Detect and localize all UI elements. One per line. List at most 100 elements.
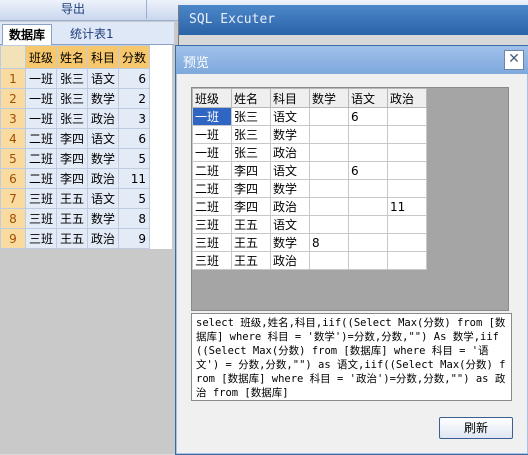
result-cell[interactable]	[387, 251, 427, 270]
result-cell[interactable]	[309, 215, 349, 234]
name-cell[interactable]: 王五	[56, 208, 89, 229]
result-cell[interactable]	[309, 197, 349, 216]
result-cell[interactable]: 语文	[270, 161, 310, 180]
row-number[interactable]: 1	[0, 68, 26, 89]
score-cell[interactable]: 5	[118, 188, 151, 209]
result-cell[interactable]	[309, 107, 349, 126]
subject-cell[interactable]: 数学	[87, 88, 120, 109]
result-cell[interactable]: 李四	[231, 197, 271, 216]
result-cell[interactable]: 王五	[231, 215, 271, 234]
result-column-header[interactable]: 班级	[192, 88, 232, 108]
subject-cell[interactable]: 政治	[87, 228, 120, 249]
result-cell[interactable]: 李四	[231, 179, 271, 198]
result-cell[interactable]: 三班	[192, 233, 232, 252]
row-number[interactable]: 4	[0, 128, 26, 149]
result-cell[interactable]: 数学	[270, 179, 310, 198]
result-cell[interactable]: 二班	[192, 179, 232, 198]
class-cell[interactable]: 二班	[24, 128, 58, 149]
result-cell[interactable]: 一班	[192, 107, 232, 126]
result-cell[interactable]	[309, 161, 349, 180]
name-cell[interactable]: 王五	[56, 188, 89, 209]
refresh-button[interactable]: 刷新	[439, 417, 513, 439]
tab-stats-1[interactable]: 统计表1	[64, 24, 120, 44]
subject-cell[interactable]: 数学	[87, 208, 120, 229]
preview-titlebar[interactable]: 预览 ✕	[176, 46, 528, 74]
class-cell[interactable]: 二班	[24, 168, 58, 189]
class-cell[interactable]: 三班	[24, 208, 58, 229]
score-cell[interactable]: 11	[118, 168, 151, 189]
result-cell[interactable]	[348, 251, 388, 270]
result-cell[interactable]	[348, 215, 388, 234]
export-button[interactable]: 导出	[0, 0, 147, 19]
subject-cell[interactable]: 数学	[87, 148, 120, 169]
result-cell[interactable]	[387, 107, 427, 126]
result-cell[interactable]: 政治	[270, 251, 310, 270]
result-cell[interactable]: 政治	[270, 197, 310, 216]
name-cell[interactable]: 张三	[56, 68, 89, 89]
result-cell[interactable]: 李四	[231, 161, 271, 180]
result-cell[interactable]: 王五	[231, 251, 271, 270]
result-cell[interactable]: 二班	[192, 161, 232, 180]
row-number[interactable]: 3	[0, 108, 26, 129]
sql-query-text[interactable]: select 班级,姓名,科目,iif((Select Max(分数) from…	[191, 313, 512, 401]
result-cell[interactable]	[348, 179, 388, 198]
class-cell[interactable]: 三班	[24, 188, 58, 209]
result-column-header[interactable]: 语文	[348, 88, 388, 108]
result-cell[interactable]: 二班	[192, 197, 232, 216]
name-cell[interactable]: 王五	[56, 228, 89, 249]
result-cell[interactable]: 张三	[231, 143, 271, 162]
result-cell[interactable]	[309, 251, 349, 270]
class-cell[interactable]: 三班	[24, 228, 58, 249]
class-cell[interactable]: 一班	[24, 68, 58, 89]
result-cell[interactable]	[387, 161, 427, 180]
score-cell[interactable]: 9	[118, 228, 151, 249]
result-cell[interactable]: 数学	[270, 233, 310, 252]
row-number[interactable]: 6	[0, 168, 26, 189]
result-cell[interactable]: 8	[309, 233, 349, 252]
result-cell[interactable]: 6	[348, 107, 388, 126]
result-cell[interactable]: 三班	[192, 251, 232, 270]
grid-corner[interactable]	[0, 45, 26, 69]
result-cell[interactable]: 6	[348, 161, 388, 180]
subject-cell[interactable]: 语文	[87, 188, 120, 209]
subject-cell[interactable]: 政治	[87, 168, 120, 189]
name-cell[interactable]: 李四	[56, 128, 89, 149]
result-column-header[interactable]: 科目	[270, 88, 310, 108]
name-cell[interactable]: 张三	[56, 88, 89, 109]
result-cell[interactable]	[348, 125, 388, 144]
result-cell[interactable]	[309, 125, 349, 144]
close-icon[interactable]: ✕	[504, 50, 524, 70]
result-cell[interactable]: 语文	[270, 107, 310, 126]
result-cell[interactable]	[309, 143, 349, 162]
grid-column-header[interactable]: 分数	[118, 45, 151, 69]
result-cell[interactable]	[387, 215, 427, 234]
name-cell[interactable]: 李四	[56, 168, 89, 189]
result-cell[interactable]: 政治	[270, 143, 310, 162]
result-cell[interactable]	[387, 179, 427, 198]
score-cell[interactable]: 6	[118, 128, 151, 149]
score-cell[interactable]: 8	[118, 208, 151, 229]
name-cell[interactable]: 张三	[56, 108, 89, 129]
result-cell[interactable]: 三班	[192, 215, 232, 234]
result-cell[interactable]: 王五	[231, 233, 271, 252]
grid-column-header[interactable]: 姓名	[56, 45, 89, 69]
result-cell[interactable]: 语文	[270, 215, 310, 234]
row-number[interactable]: 2	[0, 88, 26, 109]
result-cell[interactable]: 一班	[192, 143, 232, 162]
score-cell[interactable]: 3	[118, 108, 151, 129]
result-cell[interactable]	[348, 143, 388, 162]
row-number[interactable]: 9	[0, 228, 26, 249]
result-cell[interactable]	[348, 197, 388, 216]
subject-cell[interactable]: 语文	[87, 68, 120, 89]
result-column-header[interactable]: 姓名	[231, 88, 271, 108]
result-cell[interactable]	[348, 233, 388, 252]
subject-cell[interactable]: 政治	[87, 108, 120, 129]
result-cell[interactable]: 一班	[192, 125, 232, 144]
result-cell[interactable]	[387, 143, 427, 162]
score-cell[interactable]: 2	[118, 88, 151, 109]
result-column-header[interactable]: 数学	[309, 88, 349, 108]
score-cell[interactable]: 5	[118, 148, 151, 169]
row-number[interactable]: 7	[0, 188, 26, 209]
class-cell[interactable]: 一班	[24, 88, 58, 109]
score-cell[interactable]: 6	[118, 68, 151, 89]
